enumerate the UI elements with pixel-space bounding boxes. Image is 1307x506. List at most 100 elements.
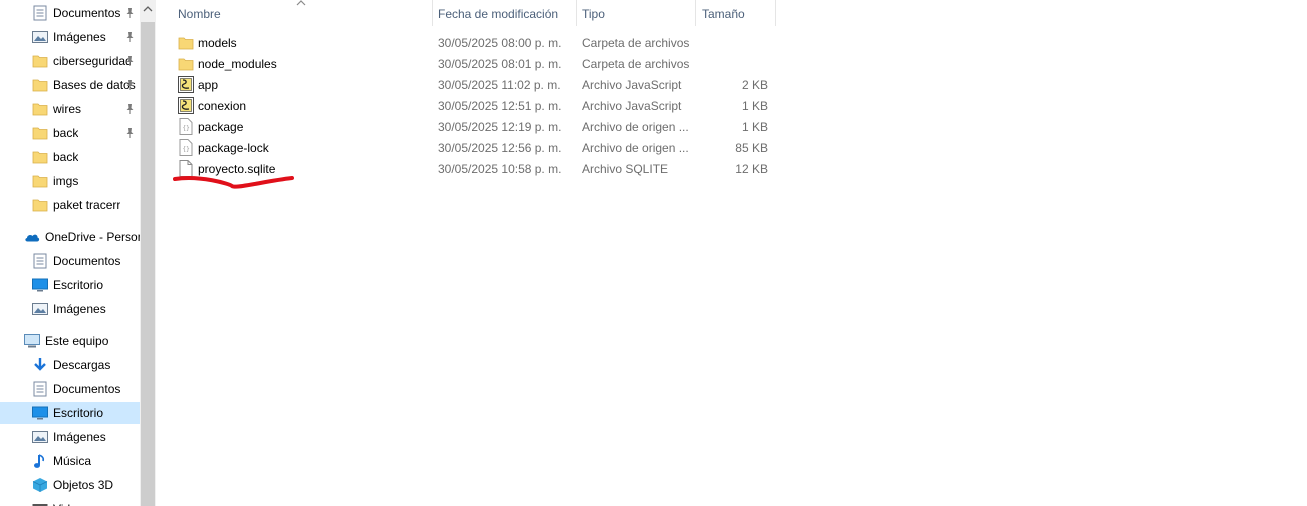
documents-icon [32, 5, 48, 21]
onedrive-icon [24, 229, 40, 245]
nav-scrollbar[interactable] [140, 0, 156, 506]
file-name: package-lock [198, 141, 269, 155]
nav-item-label: back [53, 150, 79, 164]
nav-item-m-sica[interactable]: Música [32, 450, 91, 472]
nav-item-label: OneDrive - Personal [45, 230, 140, 244]
nav-item-documentos[interactable]: Documentos [32, 378, 120, 400]
column-divider[interactable] [432, 0, 433, 26]
file-date: 30/05/2025 12:56 p. m. [438, 141, 562, 155]
file-type: Carpeta de archivos [582, 36, 690, 50]
pin-icon [124, 53, 136, 69]
nav-item-label: Imágenes [53, 302, 106, 316]
nav-item-back[interactable]: back [32, 146, 78, 168]
folder-icon [32, 125, 48, 141]
nav-item-im-genes[interactable]: Imágenes [32, 26, 106, 48]
nav-this-pc[interactable]: Este equipo [24, 330, 108, 352]
folder-icon [32, 101, 48, 117]
scrollbar-thumb[interactable] [141, 22, 155, 506]
nav-item-label: Imágenes [53, 430, 106, 444]
file-name: node_modules [198, 57, 277, 71]
nav-item-documentos[interactable]: Documentos [32, 2, 120, 24]
file-size: 85 KB [735, 141, 768, 155]
nav-item-label: back [53, 126, 79, 140]
column-header-type[interactable]: Tipo [582, 0, 605, 27]
svg-text:{}: {} [183, 125, 190, 132]
nav-item-im-genes[interactable]: Imágenes [32, 298, 106, 320]
nav-item-label: Música [53, 454, 92, 468]
nav-item-label: imgs [53, 174, 79, 188]
desktop-icon [32, 405, 48, 421]
scroll-up-arrow-icon[interactable] [143, 5, 153, 13]
nav-item-escritorio[interactable]: Escritorio [32, 274, 103, 296]
nav-item-videos[interactable]: Videos [32, 498, 89, 506]
file-date: 30/05/2025 10:58 p. m. [438, 162, 562, 176]
column-header-size-label: Tamaño [702, 6, 745, 21]
objects-3d-icon [32, 477, 48, 493]
column-divider[interactable] [695, 0, 696, 26]
documents-icon [32, 381, 48, 397]
folder-icon [32, 149, 48, 165]
pin-icon [124, 5, 136, 21]
pin-icon [124, 101, 136, 117]
music-icon [32, 453, 48, 469]
downloads-icon [32, 357, 48, 373]
pictures-icon [32, 29, 48, 45]
nav-item-imgs[interactable]: imgs [32, 170, 78, 192]
file-type: Archivo de origen ... [582, 120, 689, 134]
nav-item-label: Escritorio [53, 406, 104, 420]
file-type: Carpeta de archivos [582, 57, 690, 71]
file-date: 30/05/2025 11:02 p. m. [438, 78, 561, 92]
column-divider[interactable] [576, 0, 577, 26]
pictures-icon [32, 429, 48, 445]
nav-onedrive[interactable]: OneDrive - Personal [24, 226, 140, 248]
file-name: app [198, 78, 219, 92]
nav-item-paket-tracerr[interactable]: paket tracerr [32, 194, 120, 216]
nav-item-label: paket tracerr [53, 198, 121, 212]
column-header-type-label: Tipo [582, 6, 605, 21]
column-divider[interactable] [775, 0, 776, 26]
nav-item-label: Este equipo [45, 334, 109, 348]
column-header-name-label: Nombre [178, 6, 221, 21]
nav-item-escritorio[interactable]: Escritorio [0, 402, 140, 424]
file-name: models [198, 36, 237, 50]
red-underline-annotation [173, 176, 294, 189]
folder-icon [32, 53, 48, 69]
file-type: Archivo JavaScript [582, 99, 682, 113]
folder-icon [32, 77, 48, 93]
json-file-icon: {} [178, 139, 194, 156]
file-size: 2 KB [741, 78, 768, 92]
nav-item-documentos[interactable]: Documentos [32, 250, 120, 272]
javascript-file-icon [178, 76, 194, 93]
file-row[interactable]: node_modules 30/05/2025 08:01 p. m. Carpet… [170, 53, 775, 74]
file-size: 1 KB [741, 99, 768, 113]
file-name: conexion [198, 99, 247, 113]
documents-icon [32, 253, 48, 269]
file-type: Archivo SQLITE [582, 162, 669, 176]
file-type: Archivo de origen ... [582, 141, 689, 155]
nav-item-back[interactable]: back [32, 122, 78, 144]
file-type: Archivo JavaScript [582, 78, 682, 92]
json-file-icon: {} [178, 118, 194, 135]
javascript-file-icon [178, 97, 194, 114]
nav-item-label: Objetos 3D [53, 478, 114, 492]
column-header-name[interactable]: Nombre [178, 0, 221, 27]
nav-item-im-genes[interactable]: Imágenes [32, 426, 106, 448]
file-row[interactable]: {} package-lock 30/05/2025 12:56 p. m. Arch… [170, 137, 775, 158]
file-row[interactable]: models 30/05/2025 08:00 p. m. Carpeta de a… [170, 32, 775, 53]
file-row[interactable]: app 30/05/2025 11:02 p. m. Archivo JavaScr… [170, 74, 775, 95]
pin-icon [124, 29, 136, 45]
nav-item-label: Descargas [53, 358, 111, 372]
nav-item-descargas[interactable]: Descargas [32, 354, 110, 376]
pin-icon [124, 77, 136, 93]
column-header-size[interactable]: Tamaño [702, 0, 745, 27]
file-list: Nombre Fecha de modificación Tipo Tamaño… [160, 0, 1307, 506]
nav-item-objetos-3d[interactable]: Objetos 3D [32, 474, 113, 496]
sort-ascending-icon [296, 0, 306, 6]
file-row[interactable]: conexion 30/05/2025 12:51 p. m. Archivo Ja… [170, 95, 775, 116]
nav-item-bases-de-datos[interactable]: Bases de datos [32, 74, 136, 96]
column-header-date[interactable]: Fecha de modificación [438, 0, 558, 27]
file-row[interactable]: {} package 30/05/2025 12:19 p. m. Archivo d… [170, 116, 775, 137]
nav-item-wires[interactable]: wires [32, 98, 81, 120]
nav-item-ciberseguridad[interactable]: ciberseguridad [32, 50, 132, 72]
svg-text:{}: {} [183, 146, 190, 153]
